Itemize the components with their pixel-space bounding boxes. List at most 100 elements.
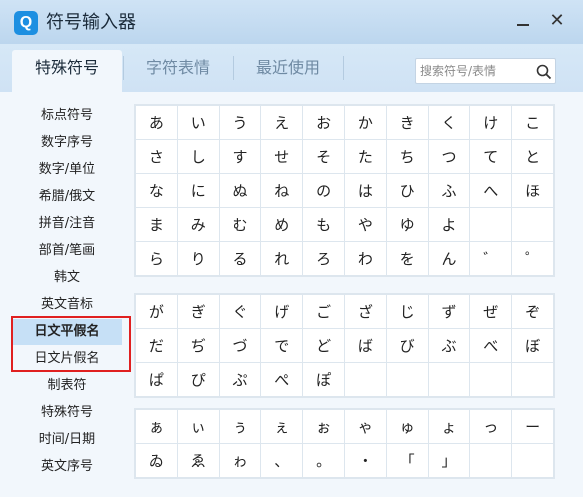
symbol-cell[interactable] bbox=[343, 362, 387, 397]
symbol-cell[interactable]: め bbox=[260, 207, 304, 242]
symbol-cell[interactable]: き bbox=[385, 105, 429, 140]
symbol-cell[interactable]: ぁ bbox=[135, 409, 178, 444]
symbol-cell[interactable]: ざ bbox=[343, 294, 387, 329]
symbol-cell[interactable]: ぞ bbox=[511, 294, 554, 329]
symbol-cell[interactable]: け bbox=[469, 105, 513, 140]
sidebar-item-box-drawing[interactable]: 制表符 bbox=[12, 373, 122, 399]
symbol-cell[interactable] bbox=[469, 362, 513, 397]
symbol-cell[interactable]: ぺ bbox=[260, 362, 304, 397]
symbol-cell[interactable]: よ bbox=[427, 207, 471, 242]
symbol-cell[interactable]: ぅ bbox=[218, 409, 262, 444]
sidebar-item-special-symbols[interactable]: 特殊符号 bbox=[12, 400, 122, 426]
symbol-cell[interactable]: ご bbox=[302, 294, 345, 329]
symbol-cell[interactable]: ゑ bbox=[176, 443, 220, 478]
symbol-cell[interactable]: こ bbox=[511, 105, 554, 140]
symbol-cell[interactable] bbox=[511, 362, 554, 397]
symbol-cell[interactable] bbox=[469, 207, 513, 242]
tab-recently-used[interactable]: 最近使用 bbox=[233, 50, 343, 92]
symbol-cell[interactable] bbox=[469, 443, 513, 478]
symbol-cell[interactable]: げ bbox=[260, 294, 304, 329]
symbol-cell[interactable]: ょ bbox=[427, 409, 471, 444]
symbol-cell[interactable]: づ bbox=[218, 328, 262, 363]
symbol-cell[interactable]: お bbox=[302, 105, 345, 140]
symbol-cell[interactable]: ゆ bbox=[385, 207, 429, 242]
symbol-cell[interactable]: れ bbox=[260, 241, 304, 276]
symbol-cell[interactable] bbox=[427, 362, 471, 397]
symbol-cell[interactable]: み bbox=[176, 207, 220, 242]
symbol-cell[interactable]: う bbox=[218, 105, 262, 140]
symbol-cell[interactable]: に bbox=[176, 173, 220, 208]
close-button[interactable]: ✕ bbox=[546, 10, 568, 32]
symbol-cell[interactable]: ぶ bbox=[427, 328, 471, 363]
symbol-cell[interactable]: べ bbox=[469, 328, 513, 363]
symbol-cell[interactable]: ぷ bbox=[218, 362, 262, 397]
symbol-cell[interactable]: ゎ bbox=[218, 443, 262, 478]
sidebar-item-greek-russian[interactable]: 希腊/俄文 bbox=[12, 184, 122, 210]
sidebar-item-numbers-units[interactable]: 数字/单位 bbox=[12, 157, 122, 183]
symbol-cell[interactable]: 「 bbox=[385, 443, 429, 478]
symbol-cell[interactable]: だ bbox=[135, 328, 178, 363]
symbol-cell[interactable]: ず bbox=[427, 294, 471, 329]
symbol-cell[interactable]: そ bbox=[302, 139, 345, 174]
symbol-cell[interactable]: も bbox=[302, 207, 345, 242]
sidebar-item-time-date[interactable]: 时间/日期 bbox=[12, 427, 122, 453]
sidebar-item-number-sequence[interactable]: 数字序号 bbox=[12, 130, 122, 156]
symbol-cell[interactable]: ぃ bbox=[176, 409, 220, 444]
symbol-cell[interactable]: ま bbox=[135, 207, 178, 242]
sidebar-item-radicals-strokes[interactable]: 部首/笔画 bbox=[12, 238, 122, 264]
symbol-cell[interactable]: っ bbox=[469, 409, 513, 444]
symbol-cell[interactable]: す bbox=[218, 139, 262, 174]
symbol-cell[interactable]: く bbox=[427, 105, 471, 140]
symbol-cell[interactable]: と bbox=[511, 139, 554, 174]
sidebar-item-pinyin-zhuyin[interactable]: 拼音/注音 bbox=[12, 211, 122, 237]
symbol-cell[interactable]: じ bbox=[385, 294, 429, 329]
symbol-cell[interactable] bbox=[385, 362, 429, 397]
symbol-cell[interactable]: ゜ bbox=[511, 241, 554, 276]
symbol-cell[interactable]: 。 bbox=[302, 443, 345, 478]
symbol-cell[interactable]: の bbox=[302, 173, 345, 208]
symbol-cell[interactable]: ち bbox=[385, 139, 429, 174]
symbol-cell[interactable]: あ bbox=[135, 105, 178, 140]
symbol-cell[interactable]: た bbox=[343, 139, 387, 174]
symbol-cell[interactable]: わ bbox=[343, 241, 387, 276]
symbol-cell[interactable]: を bbox=[385, 241, 429, 276]
symbol-cell[interactable]: ゅ bbox=[385, 409, 429, 444]
symbol-cell[interactable]: ぉ bbox=[302, 409, 345, 444]
symbol-cell[interactable]: ぜ bbox=[469, 294, 513, 329]
symbol-cell[interactable]: ぇ bbox=[260, 409, 304, 444]
minimize-button[interactable] bbox=[512, 10, 534, 32]
symbol-cell[interactable]: つ bbox=[427, 139, 471, 174]
symbol-cell[interactable]: ぢ bbox=[176, 328, 220, 363]
symbol-cell[interactable]: ゛ bbox=[469, 241, 513, 276]
symbol-cell[interactable]: い bbox=[176, 105, 220, 140]
symbol-cell[interactable]: ろ bbox=[302, 241, 345, 276]
symbol-cell[interactable]: ゃ bbox=[343, 409, 387, 444]
symbol-cell[interactable]: せ bbox=[260, 139, 304, 174]
symbol-cell[interactable]: ぴ bbox=[176, 362, 220, 397]
sidebar-item-english-phonetics[interactable]: 英文音标 bbox=[12, 292, 122, 318]
symbol-cell[interactable]: さ bbox=[135, 139, 178, 174]
symbol-cell[interactable]: ば bbox=[343, 328, 387, 363]
symbol-cell[interactable]: ど bbox=[302, 328, 345, 363]
symbol-cell[interactable]: ぼ bbox=[511, 328, 554, 363]
sidebar-item-english-ordinals[interactable]: 英文序号 bbox=[12, 454, 122, 480]
symbol-cell[interactable]: ぱ bbox=[135, 362, 178, 397]
symbol-cell[interactable]: ・ bbox=[343, 443, 387, 478]
symbol-cell[interactable]: り bbox=[176, 241, 220, 276]
symbol-cell[interactable]: 」 bbox=[427, 443, 471, 478]
symbol-cell[interactable]: ら bbox=[135, 241, 178, 276]
symbol-cell[interactable]: な bbox=[135, 173, 178, 208]
symbol-cell[interactable]: ー bbox=[511, 409, 554, 444]
symbol-cell[interactable]: ん bbox=[427, 241, 471, 276]
sidebar-item-punctuation[interactable]: 标点符号 bbox=[12, 103, 122, 129]
symbol-cell[interactable]: ふ bbox=[427, 173, 471, 208]
search-input[interactable] bbox=[420, 62, 530, 80]
symbol-cell[interactable] bbox=[511, 443, 554, 478]
symbol-cell[interactable]: が bbox=[135, 294, 178, 329]
search-icon[interactable] bbox=[535, 63, 553, 81]
symbol-cell[interactable]: ほ bbox=[511, 173, 554, 208]
tab-character-emoticons[interactable]: 字符表情 bbox=[123, 50, 233, 92]
symbol-cell[interactable]: へ bbox=[469, 173, 513, 208]
symbol-cell[interactable]: る bbox=[218, 241, 262, 276]
symbol-cell[interactable]: ね bbox=[260, 173, 304, 208]
